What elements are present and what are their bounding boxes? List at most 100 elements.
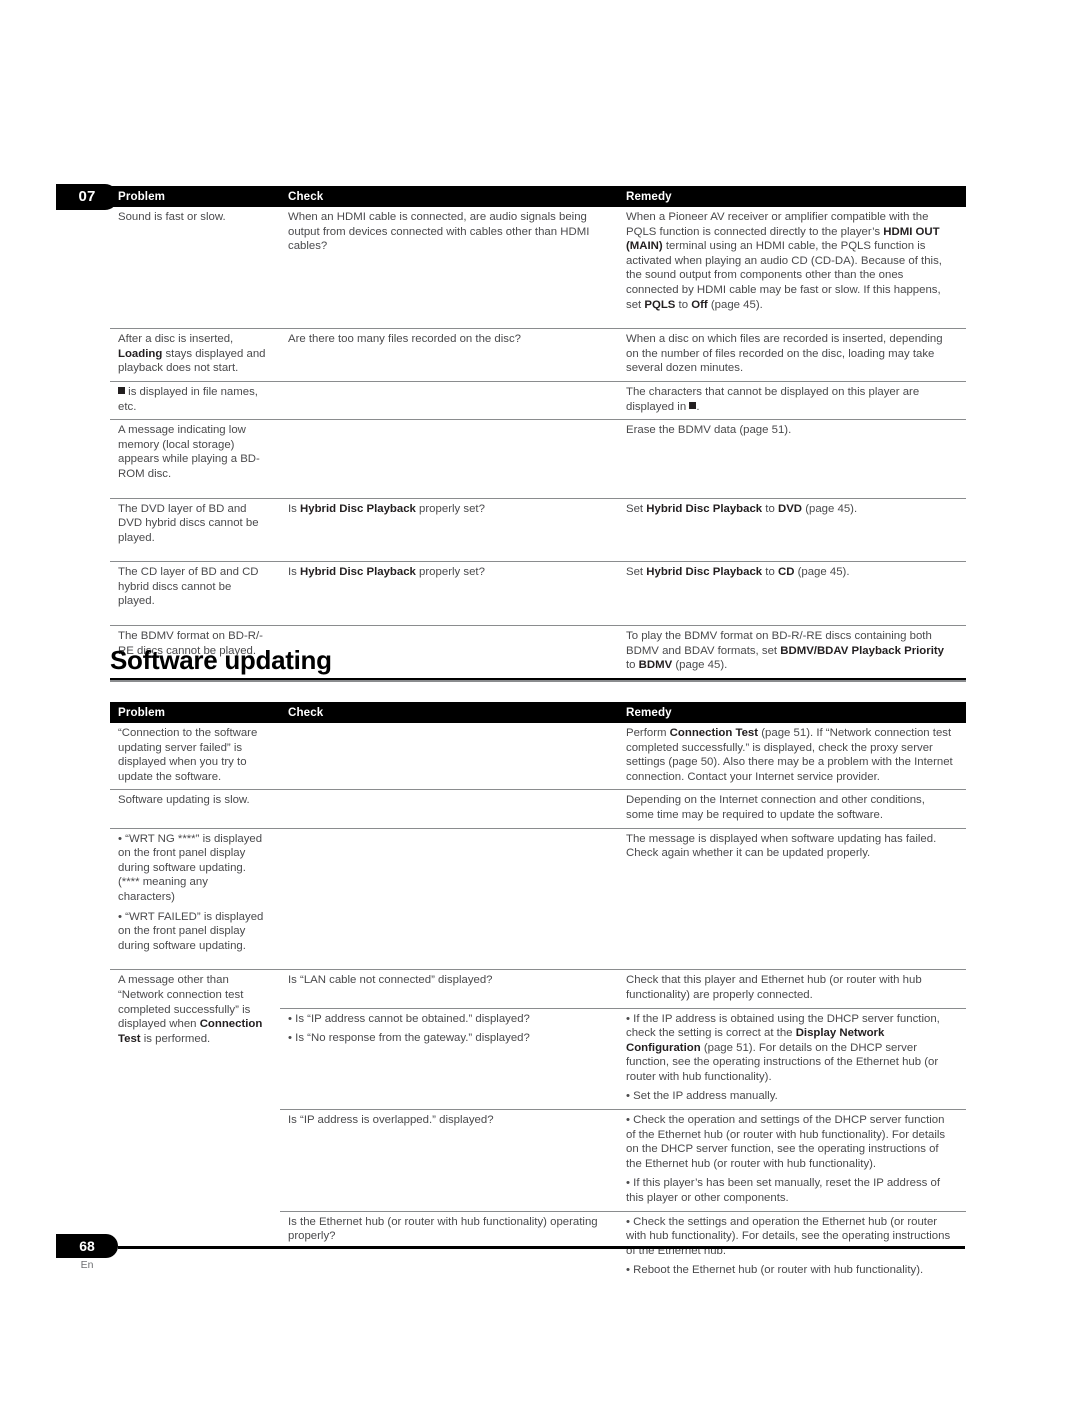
cell-check <box>280 380 618 420</box>
cell-problem: • “WRT NG ****” is displayed on the fron… <box>110 827 280 970</box>
footer-rule <box>118 1246 965 1249</box>
software-updating-table-body: “Connection to the software updating ser… <box>110 723 966 1283</box>
bullet-item: • Set the IP address manually. <box>626 1090 778 1103</box>
cell-remedy: Check that this player and Ethernet hub … <box>618 969 966 1008</box>
column-header-problem: Problem <box>110 186 280 207</box>
bullet-item: • If the IP address is obtained using th… <box>626 1012 940 1083</box>
column-header-check: Check <box>280 702 618 723</box>
bullet-item: • “WRT NG ****” is displayed on the fron… <box>118 832 263 903</box>
problem-text: The CD layer of BD and CD hybrid discs c… <box>118 566 259 608</box>
chapter-number-tab: 07 <box>56 184 118 210</box>
cell-problem: The DVD layer of BD and DVD hybrid discs… <box>110 497 280 562</box>
table-row: A message indicating low memory (local s… <box>110 419 966 498</box>
cell-problem: A message indicating low memory (local s… <box>110 419 280 498</box>
cell-problem: “Connection to the software updating ser… <box>110 723 280 790</box>
remedy-bullet-list: • Check the operation and settings of th… <box>626 1113 954 1206</box>
remedy-text: When a disc on which files are recorded … <box>626 333 943 375</box>
problem-bullet-list: • “WRT NG ****” is displayed on the fron… <box>118 832 268 954</box>
remedy-text: Set Hybrid Disc Playback to CD (page 45)… <box>626 566 850 579</box>
table-header-row: Problem Check Remedy <box>110 186 966 207</box>
document-page: 07 Problem Check Remedy Sound is fast or… <box>0 0 1080 1407</box>
software-updating-table: Problem Check Remedy “Connection to the … <box>110 702 966 1283</box>
section-software-updating-header: Software updating <box>110 645 966 682</box>
problem-text: After a disc is inserted, Loading stays … <box>118 333 266 375</box>
cell-problem: The CD layer of BD and CD hybrid discs c… <box>110 561 280 626</box>
remedy-text: The characters that cannot be displayed … <box>626 385 920 413</box>
remedy-text: Depending on the Internet connection and… <box>626 794 925 821</box>
bullet-item: • Is “No response from the gateway.” dis… <box>288 1032 530 1045</box>
problem-text: A message other than “Network connection… <box>118 974 263 1045</box>
problem-text: A message indicating low memory (local s… <box>118 424 260 480</box>
troubleshooting-table-body: Sound is fast or slow. When an HDMI cabl… <box>110 207 966 678</box>
page-number-tab: 68 <box>56 1234 118 1258</box>
cell-remedy: • If the IP address is obtained using th… <box>618 1007 966 1110</box>
check-text: Is the Ethernet hub (or router with hub … <box>288 1215 598 1243</box>
remedy-text: Perform Connection Test (page 51). If “N… <box>626 727 953 783</box>
problem-text: “Connection to the software updating ser… <box>118 727 258 783</box>
cell-check: When an HDMI cable is connected, are aud… <box>280 207 618 329</box>
page-language-code: En <box>80 1259 94 1271</box>
troubleshooting-table-block: Problem Check Remedy Sound is fast or sl… <box>110 186 966 681</box>
check-bullet-list: • Is “IP address cannot be obtained.” di… <box>288 1012 606 1046</box>
remedy-text: The message is displayed when software u… <box>626 832 937 860</box>
cell-problem: After a disc is inserted, Loading stays … <box>110 328 280 382</box>
table-row: Software updating is slow. Depending on … <box>110 789 966 829</box>
column-header-remedy: Remedy <box>618 186 966 207</box>
table-row: Sound is fast or slow. When an HDMI cabl… <box>110 207 966 329</box>
cell-remedy: When a Pioneer AV receiver or amplifier … <box>618 207 966 329</box>
cell-check <box>280 419 618 498</box>
remedy-bullet-list: • If the IP address is obtained using th… <box>626 1012 954 1105</box>
table-row: “Connection to the software updating ser… <box>110 723 966 790</box>
table-header-row: Problem Check Remedy <box>110 702 966 723</box>
bullet-item: • Reboot the Ethernet hub (or router wit… <box>626 1264 924 1277</box>
check-text: Is “IP address is overlapped.” displayed… <box>288 1114 494 1127</box>
cell-check: Are there too many files recorded on the… <box>280 328 618 382</box>
problem-text: Sound is fast or slow. <box>118 211 226 223</box>
cell-remedy: The characters that cannot be displayed … <box>618 380 966 420</box>
check-text: Is Hybrid Disc Playback properly set? <box>288 502 485 515</box>
cell-problem: A message other than “Network connection… <box>110 969 280 1283</box>
cell-check: Is Hybrid Disc Playback properly set? <box>280 497 618 562</box>
problem-text: is displayed in file names, etc. <box>118 385 258 413</box>
problem-text: Software updating is slow. <box>118 794 250 807</box>
column-header-check: Check <box>280 186 618 207</box>
table-row: After a disc is inserted, Loading stays … <box>110 328 966 382</box>
cell-remedy: Perform Connection Test (page 51). If “N… <box>618 723 966 790</box>
cell-remedy: When a disc on which files are recorded … <box>618 328 966 382</box>
cell-check: Is “LAN cable not connected” displayed? <box>280 969 618 1008</box>
cell-problem: Sound is fast or slow. <box>110 207 280 329</box>
cell-remedy: Erase the BDMV data (page 51). <box>618 419 966 498</box>
cell-remedy: Set Hybrid Disc Playback to DVD (page 45… <box>618 497 966 562</box>
remedy-text: When a Pioneer AV receiver or amplifier … <box>626 211 942 311</box>
cell-check: Is Hybrid Disc Playback properly set? <box>280 561 618 626</box>
page-title: Software updating <box>110 645 332 675</box>
cell-problem: Software updating is slow. <box>110 789 280 829</box>
table-row: • “WRT NG ****” is displayed on the fron… <box>110 827 966 970</box>
bullet-item: • Is “IP address cannot be obtained.” di… <box>288 1012 530 1025</box>
cell-check <box>280 827 618 970</box>
check-text: When an HDMI cable is connected, are aud… <box>288 211 590 253</box>
bullet-item: • Check the settings and operation the E… <box>626 1215 951 1257</box>
bullet-item: • “WRT FAILED” is displayed on the front… <box>118 910 264 952</box>
column-header-remedy: Remedy <box>618 702 966 723</box>
cell-remedy: The message is displayed when software u… <box>618 827 966 970</box>
remedy-text: Erase the BDMV data (page 51). <box>626 424 792 437</box>
cell-check: Is “IP address is overlapped.” displayed… <box>280 1109 618 1212</box>
check-text: Are there too many files recorded on the… <box>288 333 522 346</box>
cell-problem: is displayed in file names, etc. <box>110 380 280 420</box>
table-row: A message other than “Network connection… <box>110 969 966 1283</box>
cell-remedy: Set Hybrid Disc Playback to CD (page 45)… <box>618 561 966 626</box>
cell-remedy: • Check the operation and settings of th… <box>618 1109 966 1212</box>
troubleshooting-table: Problem Check Remedy Sound is fast or sl… <box>110 186 966 678</box>
black-square-icon <box>689 401 697 409</box>
table-row: is displayed in file names, etc. The cha… <box>110 380 966 420</box>
check-text: Is “LAN cable not connected” displayed? <box>288 974 493 987</box>
problem-text: The DVD layer of BD and DVD hybrid discs… <box>118 502 259 544</box>
table-row: The CD layer of BD and CD hybrid discs c… <box>110 561 966 626</box>
table-row: The DVD layer of BD and DVD hybrid discs… <box>110 497 966 562</box>
column-header-problem: Problem <box>110 702 280 723</box>
cell-check <box>280 723 618 790</box>
bullet-item: • Check the operation and settings of th… <box>626 1114 946 1170</box>
section-divider <box>110 680 966 682</box>
cell-check: • Is “IP address cannot be obtained.” di… <box>280 1007 618 1110</box>
